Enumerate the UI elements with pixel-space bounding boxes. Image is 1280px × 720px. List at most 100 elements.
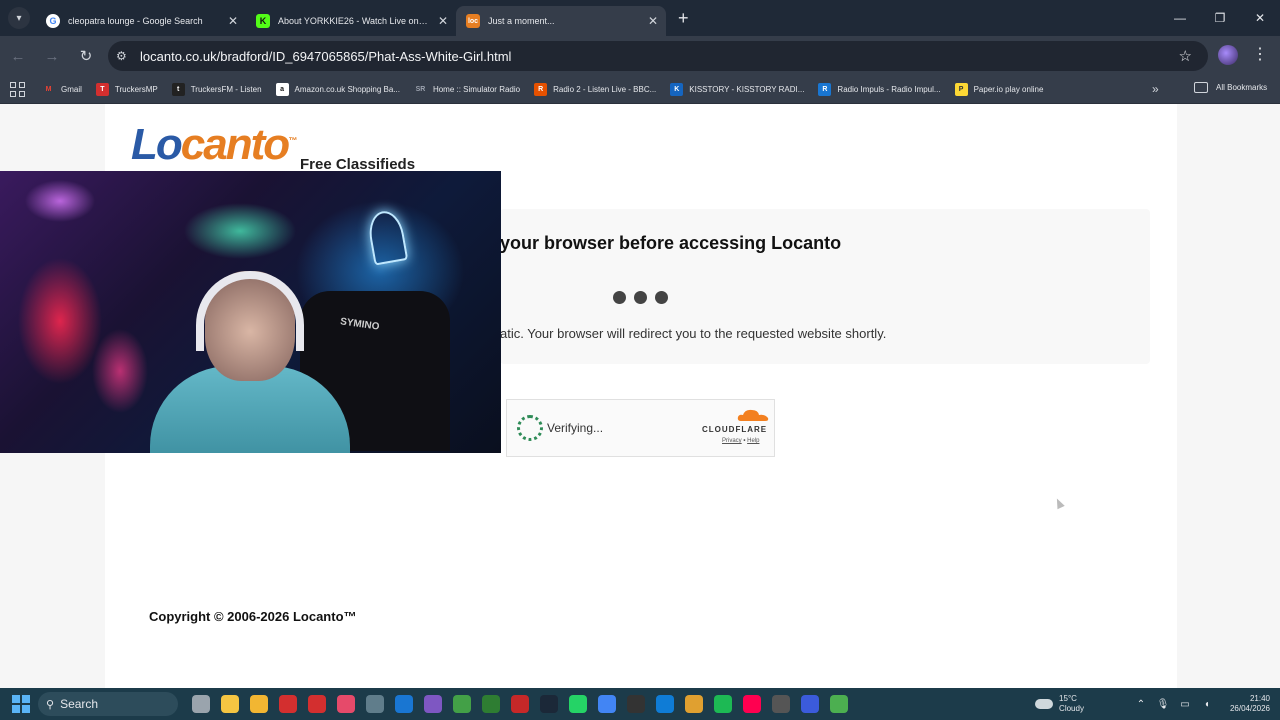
forward-arrow-icon[interactable]: →: [36, 40, 68, 72]
windows-start-icon[interactable]: [12, 695, 30, 713]
challenge-title: your browser before accessing Locanto: [500, 233, 842, 253]
bookmark-truckersmp[interactable]: T TruckersMP: [95, 83, 158, 96]
taskbar-app-icon[interactable]: [511, 695, 529, 713]
bookmark-star-icon[interactable]: ☆: [1179, 47, 1192, 65]
window-controls: — ❐ ✕: [1160, 0, 1280, 36]
tab-strip: ▾ G cleopatra lounge - Google Search ✕ K…: [0, 0, 1280, 36]
tab-locanto[interactable]: loc Just a moment... ✕: [456, 6, 666, 36]
search-icon: ⚲: [46, 698, 55, 711]
taskbar-app-icon[interactable]: [279, 695, 297, 713]
spinner-icon: [517, 415, 543, 441]
bookmark-amazon[interactable]: a Amazon.co.uk Shopping Ba...: [275, 83, 400, 96]
copyright-text: Copyright © 2006-2026 Locanto™: [149, 609, 357, 624]
bookmark-radio-impuls[interactable]: R Radio Impuls - Radio Impul...: [818, 83, 941, 96]
chevron-up-icon[interactable]: ⌃: [1134, 699, 1148, 710]
taskbar-apps: [192, 695, 848, 713]
simulator-radio-icon: SR: [415, 86, 426, 93]
system-tray: 15°C Cloudy ⌃ 🎙 ▭ ◖ 21:40 26/04/2026: [1035, 688, 1280, 720]
weather-temp: 15°C: [1059, 694, 1077, 703]
weather-desc: Cloudy: [1059, 704, 1084, 713]
restore-icon[interactable]: ❐: [1200, 0, 1240, 36]
weather-widget[interactable]: 15°C Cloudy: [1035, 694, 1084, 714]
taskbar-app-icon[interactable]: [337, 695, 355, 713]
close-window-icon[interactable]: ✕: [1240, 0, 1280, 36]
privacy-link[interactable]: Privacy: [722, 438, 742, 444]
taskbar-app-icon[interactable]: [598, 695, 616, 713]
taskbar-app-icon[interactable]: [540, 695, 558, 713]
neon-sign: [365, 208, 409, 266]
taskbar-app-icon[interactable]: [453, 695, 471, 713]
cloudflare-wordmark: CLOUDFLARE: [702, 425, 768, 434]
locanto-icon: loc: [466, 14, 480, 28]
taskbar-app-icon[interactable]: [192, 695, 210, 713]
bookmark-radio-2[interactable]: R Radio 2 - Listen Live - BBC...: [534, 83, 656, 96]
webcam-overlay: SYMINO: [0, 171, 501, 453]
tab-kick[interactable]: K About YORKKIE26 - Watch Live on Kick ✕: [246, 6, 456, 36]
bookmark-paper-io[interactable]: P Paper.io play online: [954, 83, 1043, 96]
volume-icon[interactable]: ◖: [1200, 699, 1214, 710]
taskbar-app-icon[interactable]: [366, 695, 384, 713]
truckersmp-icon: T: [95, 83, 109, 96]
network-icon[interactable]: ▭: [1178, 699, 1192, 710]
all-bookmarks-button[interactable]: All Bookmarks: [1194, 82, 1267, 93]
taskbar-app-icon[interactable]: [250, 695, 268, 713]
taskbar-app-icon[interactable]: [221, 695, 239, 713]
microphone-icon[interactable]: 🎙: [1156, 699, 1170, 710]
new-tab-button[interactable]: +: [678, 8, 689, 29]
taskbar-app-icon[interactable]: [772, 695, 790, 713]
taskbar-search[interactable]: ⚲ Search: [38, 692, 178, 716]
tab-title: cleopatra lounge - Google Search: [68, 16, 203, 26]
taskbar-app-icon[interactable]: [308, 695, 326, 713]
folder-icon: [1194, 82, 1208, 93]
close-icon[interactable]: ✕: [648, 14, 658, 28]
url-text[interactable]: locanto.co.uk/bradford/ID_6947065865/Pha…: [140, 49, 511, 64]
chevron-double-right-icon[interactable]: »: [1152, 82, 1159, 96]
minimize-icon[interactable]: —: [1160, 0, 1200, 36]
verifying-label: Verifying...: [547, 421, 604, 435]
bbc-radio-icon: R: [534, 83, 548, 96]
kick-icon: K: [256, 14, 270, 28]
windows-taskbar: ⚲ Search 15°C Cloudy ⌃ 🎙 ▭ ◖ 21:40 26/04/20…: [0, 688, 1280, 720]
help-link[interactable]: Help: [747, 438, 759, 444]
cloudflare-turnstile-widget[interactable]: Verifying... CLOUDFLARE Privacy • Help: [506, 399, 775, 457]
taskbar-app-icon[interactable]: [656, 695, 674, 713]
back-arrow-icon[interactable]: ←: [2, 40, 34, 72]
close-icon[interactable]: ✕: [438, 14, 448, 28]
taskbar-app-icon[interactable]: [743, 695, 761, 713]
clock[interactable]: 21:40 26/04/2026: [1230, 694, 1270, 714]
taskbar-app-icon[interactable]: [395, 695, 413, 713]
close-icon[interactable]: ✕: [228, 14, 238, 28]
bookmark-truckersfm[interactable]: t TruckersFM - Listen: [171, 83, 262, 96]
site-settings-icon[interactable]: ⚙: [116, 49, 136, 63]
taskbar-app-icon[interactable]: [482, 695, 500, 713]
tab-title: Just a moment...: [488, 16, 555, 26]
taskbar-app-icon[interactable]: [685, 695, 703, 713]
address-bar[interactable]: ⚙ locanto.co.uk/bradford/ID_6947065865/P…: [108, 41, 1208, 71]
locanto-logo[interactable]: Locanto™: [131, 120, 297, 170]
radio-impuls-icon: R: [818, 83, 832, 96]
tab-google-search[interactable]: G cleopatra lounge - Google Search ✕: [36, 6, 246, 36]
google-icon: G: [46, 14, 60, 28]
taskbar-app-icon[interactable]: [801, 695, 819, 713]
menu-kebab-icon[interactable]: ⋮: [1252, 44, 1268, 64]
gmail-icon: M: [45, 86, 52, 93]
taskbar-app-icon[interactable]: [714, 695, 732, 713]
paper-io-icon: P: [954, 83, 968, 96]
browser-toolbar: ← → ↻ ⚙ locanto.co.uk/bradford/ID_694706…: [0, 36, 1280, 76]
cloud-icon: [1035, 699, 1054, 709]
tab-search-chevron-icon[interactable]: ▾: [8, 7, 30, 29]
apps-grid-icon[interactable]: [10, 81, 26, 98]
profile-avatar[interactable]: [1218, 45, 1238, 65]
tab-title: About YORKKIE26 - Watch Live on Kick: [278, 16, 430, 26]
bookmark-simulator-radio[interactable]: SR Home :: Simulator Radio: [414, 83, 521, 96]
reload-icon[interactable]: ↻: [70, 40, 102, 72]
taskbar-app-icon[interactable]: [424, 695, 442, 713]
challenge-box: your browser before accessing Locanto at…: [500, 209, 1150, 364]
challenge-text: atic. Your browser will redirect you to …: [500, 326, 887, 341]
bookmarks-bar: M Gmail T TruckersMP t TruckersFM - Listen …: [0, 76, 1280, 104]
bookmark-kisstory[interactable]: K KISSTORY - KISSTORY RADI...: [670, 83, 804, 96]
taskbar-app-icon[interactable]: [830, 695, 848, 713]
bookmark-gmail[interactable]: M Gmail: [42, 83, 82, 96]
taskbar-app-icon[interactable]: [569, 695, 587, 713]
taskbar-app-icon[interactable]: [627, 695, 645, 713]
